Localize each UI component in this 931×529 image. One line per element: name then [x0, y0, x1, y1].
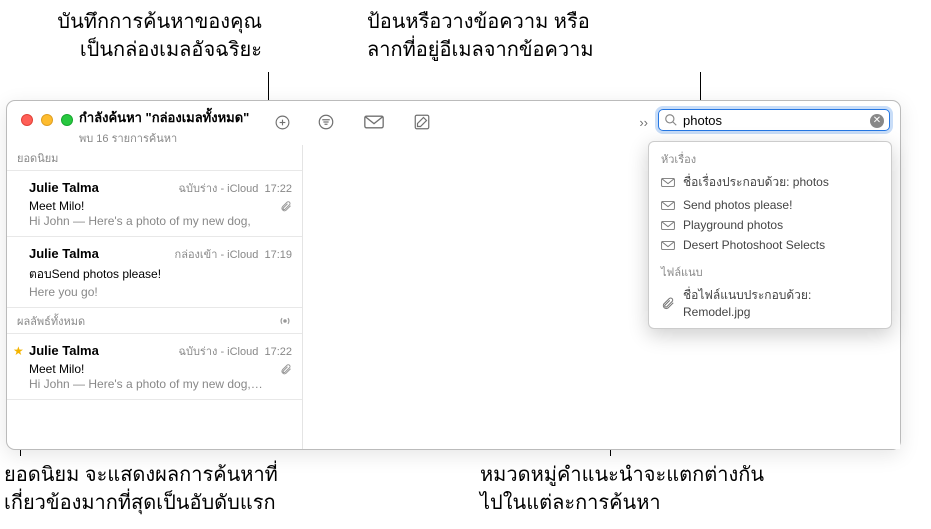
time-label: 17:19 — [264, 249, 292, 261]
search-icon — [664, 113, 678, 127]
mailbox-label: กล่องเข้า - iCloud — [175, 249, 259, 261]
callout-bottom-right: หมวดหมู่คำแนะนำจะแตกต่างกันไปในแต่ละการค… — [480, 464, 764, 514]
callout-top-right: ป้อนหรือวางข้อความ หรือลากที่อยู่อีเมลจา… — [367, 11, 594, 61]
window-title: กำลังค้นหา "กล่องเมลทั้งหมด" — [79, 107, 249, 128]
suggestion-label: Desert Photoshoot Selects — [683, 238, 825, 252]
toolbar-overflow-icon[interactable]: ›› — [639, 115, 648, 130]
toolbar: กำลังค้นหา "กล่องเมลทั้งหมด" พบ 16 รายกา… — [7, 101, 900, 145]
suggestion-label: Send photos please! — [683, 198, 792, 212]
search-input[interactable] — [683, 113, 867, 128]
search-field[interactable]: ✕ — [658, 109, 890, 131]
callout-bottom-left: ยอดนิยม จะแสดงผลการค้นหาที่เกี่ยวข้องมาก… — [4, 464, 278, 514]
section-header-top-hits: ยอดนิยม — [7, 145, 302, 171]
flag-icon: ★ — [13, 344, 24, 358]
suggestion-item[interactable]: Playground photos — [649, 215, 891, 235]
suggestion-item[interactable]: Send photos please! — [649, 195, 891, 215]
suggestion-item[interactable]: ชื่อเรื่องประกอบด้วย: photos — [649, 170, 891, 195]
suggestion-item[interactable]: ชื่อไฟล์แนบประกอบด้วย: Remodel.jpg — [649, 283, 891, 322]
preview-text: Hi John — Here's a photo of my new dog, — [29, 214, 292, 228]
mail-window: กำลังค้นหา "กล่องเมลทั้งหมด" พบ 16 รายกา… — [6, 100, 901, 450]
sender-name: Julie Talma — [29, 246, 99, 261]
callout-top-left-1: บันทึกการค้นหาของคุณเป็นกล่องเมลอัจฉริยะ — [57, 11, 262, 61]
subject-label: ตอบSend photos please! — [29, 265, 161, 284]
message-row[interactable]: Julie Talma ฉบับร่าง - iCloud 17:22 Meet… — [7, 171, 302, 237]
suggestion-group-header: ไฟล์แนบ — [649, 259, 891, 283]
section-header-all-results: ผลลัพธ์ทั้งหมด — [7, 308, 302, 334]
subject-label: Meet Milo! — [29, 199, 84, 213]
attachment-icon — [280, 200, 292, 212]
message-list: ยอดนิยม Julie Talma ฉบับร่าง - iCloud 17… — [7, 145, 303, 449]
sender-name: Julie Talma — [29, 343, 99, 358]
search-suggestions: หัวเรื่อง ชื่อเรื่องประกอบด้วย: photos S… — [648, 141, 892, 329]
message-row[interactable]: ★ Julie Talma ฉบับร่าง - iCloud 17:22 Me… — [7, 334, 302, 400]
sender-name: Julie Talma — [29, 180, 99, 195]
time-label: 17:22 — [264, 346, 292, 358]
preview-text: Here you go! — [29, 285, 292, 299]
mailbox-label: ฉบับร่าง - iCloud — [178, 346, 258, 358]
clear-search-icon[interactable]: ✕ — [870, 114, 884, 128]
preview-text: Hi John — Here's a photo of my new dog,… — [29, 377, 292, 391]
attachment-icon — [280, 363, 292, 375]
mailbox-label: ฉบับร่าง - iCloud — [178, 183, 258, 195]
thread-icon — [278, 314, 292, 328]
suggestion-item[interactable]: Desert Photoshoot Selects — [649, 235, 891, 255]
suggestion-label: ชื่อเรื่องประกอบด้วย: photos — [683, 173, 829, 192]
time-label: 17:22 — [264, 183, 292, 195]
compose-button[interactable] — [398, 111, 446, 133]
save-smart-mailbox-button[interactable] — [262, 111, 302, 133]
subject-label: Meet Milo! — [29, 362, 84, 376]
filter-button[interactable] — [302, 111, 350, 133]
suggestion-label: Playground photos — [683, 218, 783, 232]
suggestion-label: ชื่อไฟล์แนบประกอบด้วย: Remodel.jpg — [683, 286, 879, 319]
suggestion-group-header: หัวเรื่อง — [649, 146, 891, 170]
message-row[interactable]: Julie Talma กล่องเข้า - iCloud 17:19 ตอบ… — [7, 237, 302, 308]
mark-read-button[interactable] — [350, 111, 398, 133]
